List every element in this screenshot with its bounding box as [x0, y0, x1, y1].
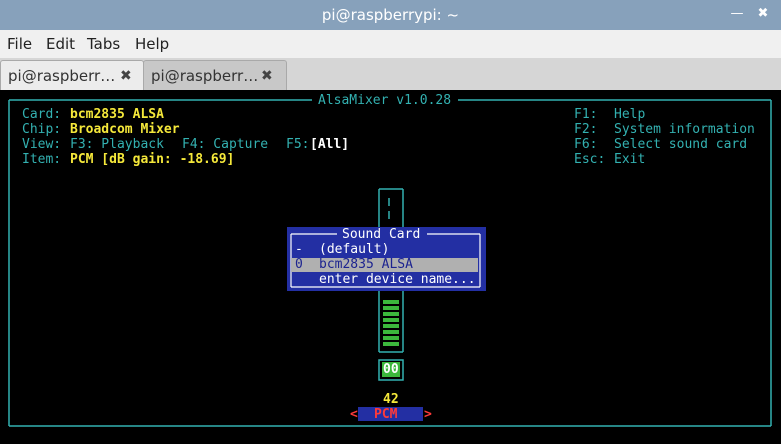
terminal-area[interactable]: AlsaMixer v1.0.28 Card: bcm2835 ALSA Chi…	[0, 90, 781, 444]
dialog-item-key: 0	[295, 257, 303, 272]
help-text-esc: Exit	[614, 152, 646, 167]
window-title: pi@raspberrypi: ~	[321, 6, 460, 24]
view-all[interactable]: [All]	[310, 137, 349, 152]
tab-label: pi@raspberr…	[151, 67, 259, 85]
dialog-title: Sound Card	[342, 227, 421, 242]
window-titlebar: pi@raspberrypi: ~ — ✖	[0, 0, 781, 30]
dialog-item-enter-device[interactable]: enter device name...	[319, 272, 476, 287]
chip-value: Broadcom Mixer	[70, 122, 180, 137]
help-key-f6: F6:	[574, 137, 598, 152]
tab-label: pi@raspberr…	[8, 67, 116, 85]
help-key-f2: F2:	[574, 122, 598, 137]
item-value: PCM [dB gain: -18.69]	[70, 152, 235, 167]
tab-bar: pi@raspberr… ✖ pi@raspberr… ✖	[0, 58, 781, 92]
help-key-esc: Esc:	[574, 152, 606, 167]
menu-edit[interactable]: Edit	[46, 30, 75, 58]
tab-close-icon[interactable]: ✖	[261, 61, 273, 91]
help-text-f1: Help	[614, 107, 646, 122]
help-text-f6: Select sound card	[614, 137, 748, 152]
mute-indicator[interactable]: 00	[383, 362, 399, 377]
menu-help[interactable]: Help	[135, 30, 169, 58]
help-text-f2: System information	[614, 122, 755, 137]
menu-file[interactable]: File	[7, 30, 32, 58]
view-capture[interactable]: F4: Capture	[182, 137, 268, 152]
view-label: View:	[22, 137, 62, 152]
card-value: bcm2835 ALSA	[70, 107, 164, 122]
dialog-item-default[interactable]: (default)	[319, 242, 389, 257]
view-playback[interactable]: F3: Playback	[70, 137, 164, 152]
item-label: Item:	[22, 152, 62, 167]
menu-bar: File Edit Tabs Help	[0, 30, 781, 59]
tab-terminal-1[interactable]: pi@raspberr… ✖	[0, 60, 144, 92]
minimize-icon[interactable]: —	[726, 3, 748, 25]
channel-name[interactable]: PCM	[374, 407, 397, 422]
volume-value: 42	[383, 392, 399, 407]
close-icon[interactable]: ✖	[752, 3, 774, 25]
alsamixer-title: AlsaMixer v1.0.28	[318, 93, 452, 108]
chip-label: Chip:	[22, 122, 62, 137]
tab-close-icon[interactable]: ✖	[120, 61, 132, 91]
view-f5-label: F5:	[286, 137, 310, 152]
channel-right-arrow: >	[424, 407, 432, 422]
tab-terminal-2[interactable]: pi@raspberr… ✖	[143, 60, 287, 91]
channel-left-arrow: <	[350, 407, 358, 422]
dialog-item-bcm2835[interactable]: bcm2835 ALSA	[319, 257, 413, 272]
help-key-f1: F1:	[574, 107, 598, 122]
menu-tabs[interactable]: Tabs	[87, 30, 120, 58]
card-label: Card:	[22, 107, 62, 122]
dialog-item-key: -	[295, 242, 303, 257]
sound-card-dialog: Sound Card - (default) 0 bcm2835 ALSA en…	[287, 227, 486, 291]
